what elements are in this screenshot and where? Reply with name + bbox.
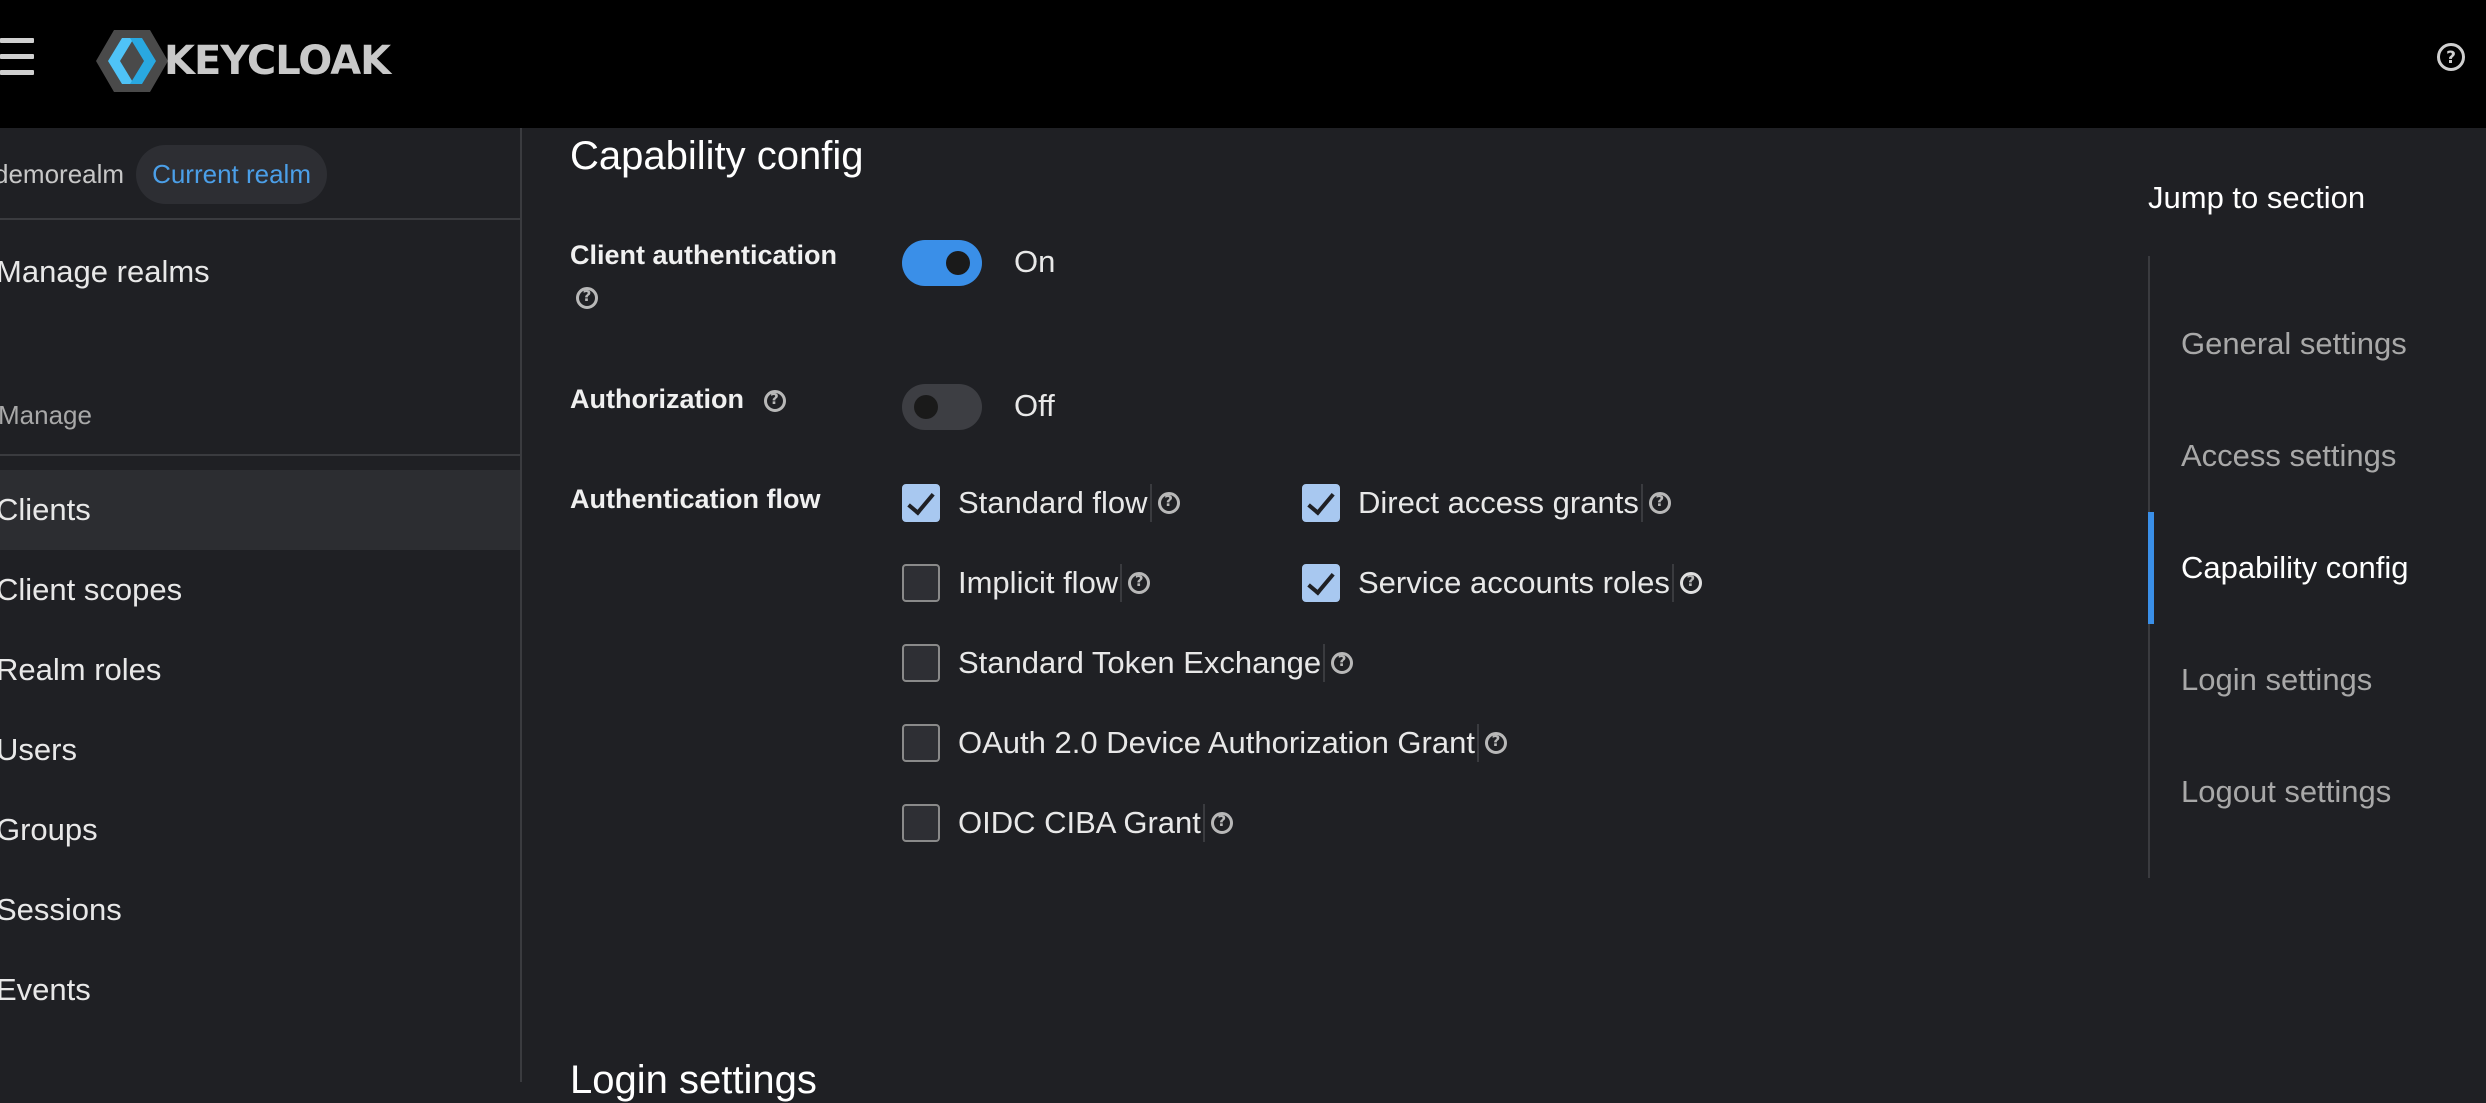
help-icon[interactable] [1679, 572, 1702, 594]
current-realm-badge: Current realm [136, 144, 327, 204]
help-icon[interactable] [1331, 652, 1354, 674]
sidebar-item-label: Sessions [0, 892, 122, 927]
checkbox-label: Standard flow [958, 485, 1148, 520]
sidebar-item-realm-roles[interactable]: Realm roles [0, 630, 520, 710]
toggle-knob [914, 395, 938, 419]
help-icon[interactable] [1484, 732, 1507, 754]
section-title: Capability config [570, 134, 864, 178]
direct-access-grants-checkbox[interactable] [1302, 484, 1340, 522]
keycloak-logo[interactable]: KEYCLOAK [94, 28, 391, 94]
divider [1120, 564, 1123, 602]
client-authentication-toggle[interactable] [902, 240, 982, 286]
checkbox-label: OAuth 2.0 Device Authorization Grant [958, 725, 1475, 760]
oidc-ciba-grant-checkbox[interactable] [902, 804, 940, 842]
logo-text: KEYCLOAK [164, 38, 391, 84]
help-icon[interactable] [1128, 572, 1151, 594]
jump-login-settings[interactable]: Login settings [2181, 662, 2372, 698]
manage-section-label: Manage [0, 400, 92, 430]
sidebar-item-label: Users [0, 732, 77, 767]
sidebar-item-sessions[interactable]: Sessions [0, 870, 520, 950]
client-authentication-state: On [1014, 244, 1056, 279]
jump-capability-config[interactable]: Capability config [2181, 550, 2408, 586]
help-icon[interactable]: ? [2436, 42, 2466, 72]
jump-to-section-title: Jump to section [2148, 180, 2366, 215]
sidebar-item-label: Clients [0, 492, 91, 527]
sidebar-item-events[interactable]: Events [0, 950, 520, 1030]
oidc-ciba-grant-option: OIDC CIBA Grant [902, 802, 1233, 844]
divider [1149, 484, 1152, 522]
client-authentication-label: Client authentication [570, 240, 837, 309]
jump-active-indicator [2148, 512, 2154, 624]
sidebar-item-groups[interactable]: Groups [0, 790, 520, 870]
direct-access-grants-option: Direct access grants [1302, 482, 1671, 524]
authorization-label: Authorization [570, 384, 786, 415]
service-accounts-roles-checkbox[interactable] [1302, 564, 1340, 602]
standard-token-exchange-checkbox[interactable] [902, 644, 940, 682]
svg-text:?: ? [2446, 48, 2456, 68]
checkbox-label: OIDC CIBA Grant [958, 805, 1201, 840]
manage-realms-link[interactable]: Manage realms [0, 254, 210, 290]
sidebar-item-client-scopes[interactable]: Client scopes [0, 550, 520, 630]
help-icon[interactable] [576, 287, 598, 309]
standard-token-exchange-option: Standard Token Exchange [902, 642, 1354, 684]
field-label-text: Authorization [570, 384, 744, 414]
checkbox-label: Service accounts roles [1358, 565, 1670, 600]
help-icon[interactable] [763, 389, 786, 412]
keycloak-hexagon-icon [96, 30, 168, 92]
toggle-knob [946, 251, 970, 275]
main-content: Capability config Client authentication … [522, 128, 2152, 1102]
divider [1476, 724, 1479, 762]
authorization-state: Off [1014, 388, 1055, 423]
divider [1640, 484, 1643, 522]
authorization-toggle[interactable] [902, 384, 982, 430]
standard-flow-checkbox[interactable] [902, 484, 940, 522]
login-settings-title: Login settings [570, 1058, 817, 1102]
sidebar-item-label: Events [0, 972, 91, 1007]
divider [0, 218, 520, 220]
sidebar-item-users[interactable]: Users [0, 710, 520, 790]
device-authorization-grant-option: OAuth 2.0 Device Authorization Grant [902, 722, 1507, 764]
hamburger-menu-icon[interactable] [0, 38, 34, 76]
masthead: KEYCLOAK ? [0, 0, 2486, 128]
sidebar-item-label: Realm roles [0, 652, 162, 687]
divider [0, 454, 520, 456]
checkbox-label: Standard Token Exchange [958, 645, 1322, 680]
divider [1323, 644, 1326, 682]
device-authorization-grant-checkbox[interactable] [902, 724, 940, 762]
jump-access-settings[interactable]: Access settings [2181, 438, 2396, 474]
sidebar-item-clients[interactable]: Clients [0, 470, 520, 550]
checkbox-label: Direct access grants [1358, 485, 1639, 520]
help-icon[interactable] [1157, 492, 1180, 514]
sidebar: demorealm Current realm Manage realms Ma… [0, 128, 522, 1082]
realm-name: demorealm [0, 158, 125, 189]
field-label-text: Client authentication [570, 240, 838, 270]
authentication-flow-label: Authentication flow [570, 484, 821, 514]
implicit-flow-option: Implicit flow [902, 562, 1151, 604]
divider [1202, 804, 1205, 842]
help-icon[interactable] [1648, 492, 1671, 514]
jump-general-settings[interactable]: General settings [2181, 326, 2407, 362]
divider [1671, 564, 1674, 602]
jump-logout-settings[interactable]: Logout settings [2181, 774, 2391, 810]
sidebar-item-label: Groups [0, 812, 98, 847]
help-icon[interactable] [1210, 812, 1233, 834]
service-accounts-roles-option: Service accounts roles [1302, 562, 1702, 604]
realm-selector[interactable]: demorealm Current realm [0, 144, 327, 204]
sidebar-item-label: Client scopes [0, 572, 183, 607]
checkbox-label: Implicit flow [958, 565, 1119, 600]
implicit-flow-checkbox[interactable] [902, 564, 940, 602]
standard-flow-option: Standard flow [902, 482, 1180, 524]
